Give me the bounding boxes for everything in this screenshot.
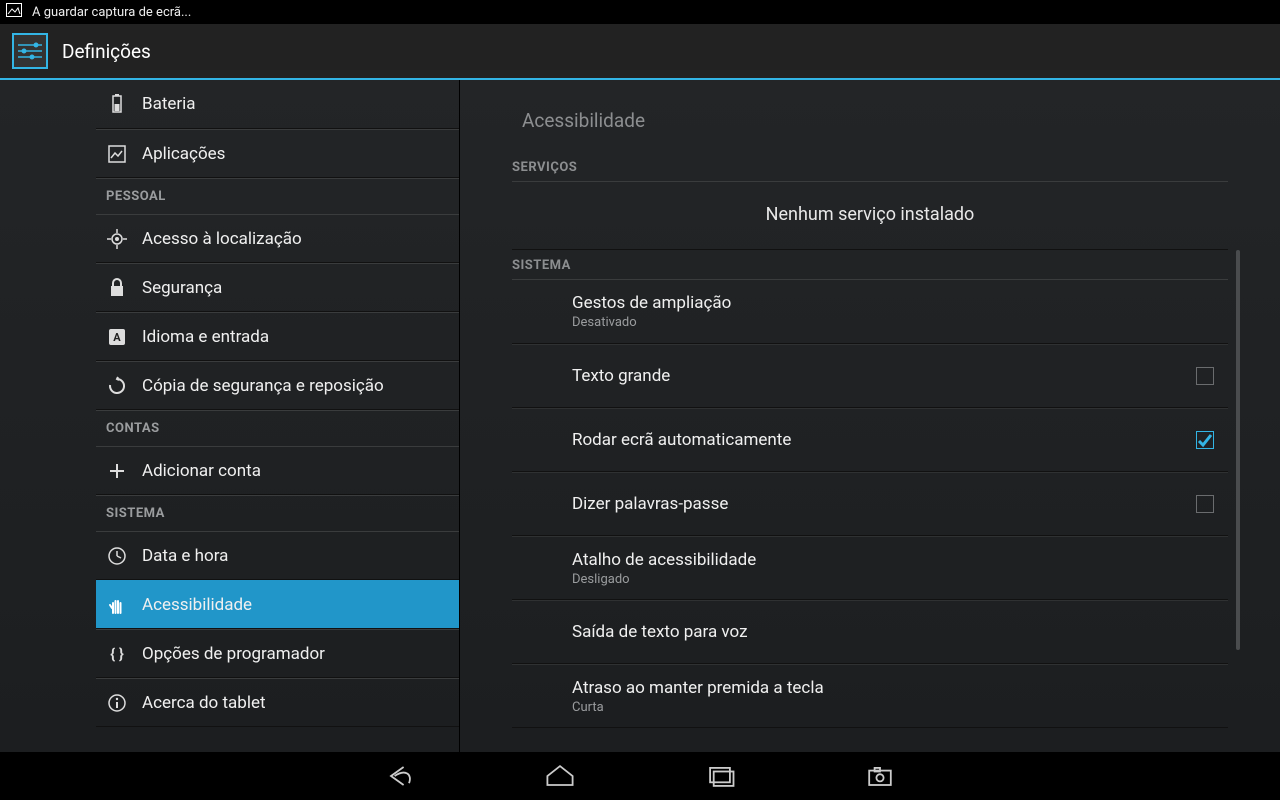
sidebar-item-bateria[interactable]: Bateria: [96, 80, 459, 129]
sidebar-item-label: Aplicações: [142, 144, 225, 164]
sidebar-item-backup[interactable]: Cópia de segurança e reposição: [96, 361, 459, 410]
section-header-sistema: SISTEMA: [512, 258, 1228, 280]
restore-icon: [106, 375, 128, 397]
sidebar-item-idioma[interactable]: A Idioma e entrada: [96, 312, 459, 361]
setting-row[interactable]: Atalho de acessibilidade Desligado: [512, 536, 1228, 600]
setting-subtitle: Desativado: [572, 315, 1220, 330]
recent-apps-button[interactable]: [700, 760, 740, 792]
sidebar-item-seguranca[interactable]: Segurança: [96, 263, 459, 312]
sidebar-item-acessibilidade[interactable]: Acessibilidade: [96, 580, 459, 629]
language-icon: A: [106, 326, 128, 348]
sidebar-header-contas: CONTAS: [96, 410, 459, 446]
setting-title: Rodar ecrã automaticamente: [572, 430, 1196, 450]
status-text: A guardar captura de ecrã...: [32, 5, 191, 20]
setting-text: Atalho de acessibilidade Desligado: [572, 550, 1220, 587]
sidebar: Bateria Aplicações PESSOAL Acesso à loca…: [0, 80, 460, 752]
plus-icon: [106, 460, 128, 482]
svg-text:A: A: [113, 331, 121, 344]
content: Acessibilidade SERVIÇOS Nenhum serviço i…: [460, 80, 1280, 752]
sidebar-item-label: Segurança: [142, 278, 222, 298]
sidebar-item-label: Idioma e entrada: [142, 327, 269, 347]
back-button[interactable]: [380, 760, 420, 792]
setting-subtitle: Curta: [572, 700, 1220, 715]
sidebar-item-dev[interactable]: { } Opções de programador: [96, 629, 459, 678]
setting-title: Dizer palavras-passe: [572, 494, 1196, 514]
setting-title: Texto grande: [572, 366, 1196, 386]
scrollbar[interactable]: [1236, 250, 1240, 650]
setting-title: Atraso ao manter premida a tecla: [572, 678, 1220, 698]
section-header-servicos: SERVIÇOS: [512, 160, 1228, 182]
setting-row[interactable]: Atraso ao manter premida a tecla Curta: [512, 664, 1228, 728]
setting-title: Saída de texto para voz: [572, 622, 1220, 642]
braces-icon: { }: [106, 643, 128, 665]
setting-row[interactable]: Gestos de ampliação Desativado: [512, 280, 1228, 344]
content-title: Acessibilidade: [512, 80, 1228, 160]
setting-text: Atraso ao manter premida a tecla Curta: [572, 678, 1220, 715]
setting-text: Dizer palavras-passe: [572, 494, 1196, 514]
action-bar: Definições: [0, 24, 1280, 80]
setting-text: Saída de texto para voz: [572, 622, 1220, 642]
sidebar-item-label: Acerca do tablet: [142, 693, 266, 713]
image-icon: [6, 3, 22, 21]
sidebar-item-label: Opções de programador: [142, 644, 325, 664]
setting-title: Atalho de acessibilidade: [572, 550, 1220, 570]
sidebar-item-label: Acesso à localização: [142, 229, 302, 249]
setting-text: Texto grande: [572, 366, 1196, 386]
sidebar-item-data-hora[interactable]: Data e hora: [96, 531, 459, 580]
status-bar: A guardar captura de ecrã...: [0, 0, 1280, 24]
lock-icon: [106, 277, 128, 299]
sidebar-item-aplicacoes[interactable]: Aplicações: [96, 129, 459, 178]
sidebar-item-localizacao[interactable]: Acesso à localização: [96, 214, 459, 263]
sidebar-item-label: Acessibilidade: [142, 595, 252, 615]
main: Bateria Aplicações PESSOAL Acesso à loca…: [0, 80, 1280, 752]
screenshot-button[interactable]: [860, 760, 900, 792]
setting-title: Gestos de ampliação: [572, 293, 1220, 313]
sidebar-item-add-account[interactable]: Adicionar conta: [96, 446, 459, 495]
setting-row[interactable]: Texto grande: [512, 344, 1228, 408]
sidebar-item-label: Cópia de segurança e reposição: [142, 376, 384, 396]
location-icon: [106, 228, 128, 250]
setting-text: Rodar ecrã automaticamente: [572, 430, 1196, 450]
page-title: Definições: [62, 40, 151, 63]
sidebar-item-label: Adicionar conta: [142, 461, 261, 481]
navigation-bar: [0, 752, 1280, 800]
sidebar-header-sistema: SISTEMA: [96, 495, 459, 531]
sidebar-item-label: Data e hora: [142, 546, 228, 566]
setting-text: Gestos de ampliação Desativado: [572, 293, 1220, 330]
battery-icon: [106, 93, 128, 115]
setting-row[interactable]: Rodar ecrã automaticamente: [512, 408, 1228, 472]
checkbox[interactable]: [1196, 367, 1214, 385]
settings-app-icon: [12, 33, 48, 69]
setting-row[interactable]: Dizer palavras-passe: [512, 472, 1228, 536]
checkbox[interactable]: [1196, 431, 1214, 449]
hand-icon: [106, 594, 128, 616]
svg-text:{ }: { }: [110, 645, 124, 663]
sidebar-item-label: Bateria: [142, 94, 196, 114]
setting-row[interactable]: Saída de texto para voz: [512, 600, 1228, 664]
sidebar-header-pessoal: PESSOAL: [96, 178, 459, 214]
info-icon: [106, 692, 128, 714]
home-button[interactable]: [540, 760, 580, 792]
apps-icon: [106, 143, 128, 165]
sidebar-item-about[interactable]: Acerca do tablet: [96, 678, 459, 727]
setting-subtitle: Desligado: [572, 572, 1220, 587]
no-service-text: Nenhum serviço instalado: [512, 182, 1228, 250]
checkbox[interactable]: [1196, 495, 1214, 513]
clock-icon: [106, 545, 128, 567]
